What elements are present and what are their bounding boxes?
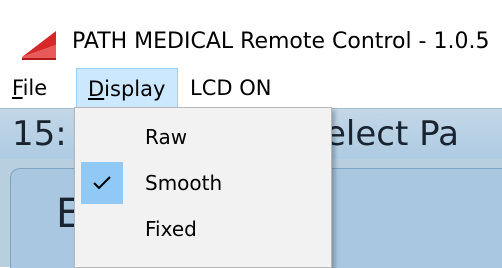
check-indicator [81, 162, 123, 204]
device-screen-title: elect Pa [325, 114, 459, 154]
menu-option-label: Smooth [145, 171, 223, 195]
display-dropdown-menu: Raw Smooth Fixed [74, 107, 332, 268]
window-title: PATH MEDICAL Remote Control - 1.0.5 [72, 29, 490, 54]
menu-option-label: Fixed [145, 217, 197, 241]
menu-option-label: Raw [145, 125, 188, 149]
check-icon [93, 176, 111, 190]
title-bar: PATH MEDICAL Remote Control - 1.0.5 [0, 0, 502, 65]
device-clock: 15: [12, 114, 67, 154]
menu-option-smooth[interactable]: Smooth [78, 161, 328, 205]
menu-option-fixed[interactable]: Fixed [78, 207, 328, 251]
menu-lcd-on[interactable]: LCD ON [190, 68, 271, 108]
menu-bar: File Display LCD ON [0, 68, 502, 108]
app-logo-icon [20, 23, 58, 61]
menu-display[interactable]: Display [76, 68, 178, 108]
menu-option-raw[interactable]: Raw [78, 115, 328, 159]
menu-file[interactable]: File [12, 68, 47, 108]
